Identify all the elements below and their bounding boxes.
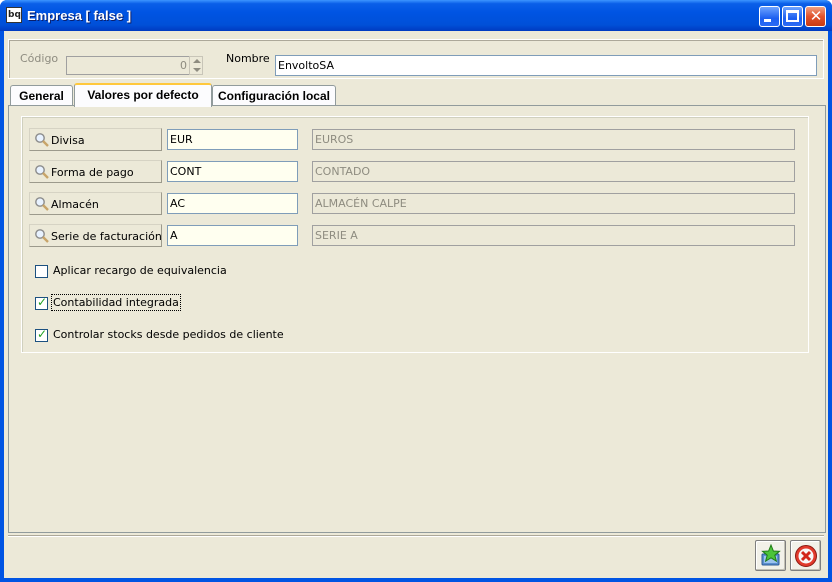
magnifier-icon xyxy=(35,197,49,211)
divisa-description: EUROS xyxy=(312,129,795,150)
tab-panel-valores: Divisa EUR EUROS Forma de pago CONT CONT… xyxy=(8,105,826,533)
recargo-equivalencia-checkbox[interactable] xyxy=(35,265,48,278)
controlar-stocks-checkbox[interactable] xyxy=(35,327,48,342)
accept-button[interactable] xyxy=(755,540,786,571)
minimize-button[interactable] xyxy=(759,6,780,27)
forma-pago-description: CONTADO xyxy=(312,161,795,182)
tab-valores-label: Valores por defecto xyxy=(87,88,199,102)
window-title: Empresa [ false ] xyxy=(27,8,132,23)
codigo-spinner xyxy=(189,56,203,75)
close-window-button[interactable]: ✕ xyxy=(805,6,826,27)
contabilidad-integrada-checkbox[interactable] xyxy=(35,295,48,310)
header-panel: Código 0 Nombre EnvoltoSA xyxy=(8,39,824,79)
codigo-field: 0 xyxy=(66,56,192,75)
almacen-description: ALMACÉN CALPE xyxy=(312,193,795,214)
maximize-icon xyxy=(786,10,799,22)
accept-star-icon xyxy=(761,544,781,566)
contabilidad-integrada-label[interactable]: Contabilidad integrada xyxy=(51,294,181,311)
recargo-equivalencia-label[interactable]: Aplicar recargo de equivalencia xyxy=(53,264,227,277)
magnifier-icon xyxy=(35,133,49,147)
nombre-label: Nombre xyxy=(226,52,270,65)
maximize-button[interactable] xyxy=(782,6,803,27)
serie-lookup-button[interactable]: Serie de facturación xyxy=(29,224,162,247)
spin-up-icon xyxy=(193,59,201,63)
spin-down-icon xyxy=(193,68,201,72)
forma-pago-code-input[interactable]: CONT xyxy=(167,161,298,182)
cancel-button[interactable] xyxy=(790,540,821,571)
almacen-code-input[interactable]: AC xyxy=(167,193,298,214)
close-icon: ✕ xyxy=(809,7,823,25)
title-bar[interactable]: bq Empresa [ false ] ✕ xyxy=(0,0,832,31)
tab-configuracion-label: Configuración local xyxy=(217,89,330,103)
bottom-divider xyxy=(8,535,824,537)
tab-general[interactable]: General xyxy=(10,85,73,106)
controlar-stocks-label[interactable]: Controlar stocks desde pedidos de client… xyxy=(53,328,284,341)
divisa-code-input[interactable]: EUR xyxy=(167,129,298,150)
serie-description: SERIE A xyxy=(312,225,795,246)
divisa-lookup-button[interactable]: Divisa xyxy=(29,128,162,151)
tab-valores-por-defecto[interactable]: Valores por defecto xyxy=(74,83,212,107)
codigo-label: Código xyxy=(20,52,59,65)
tab-general-label: General xyxy=(19,89,64,103)
nombre-field[interactable]: EnvoltoSA xyxy=(275,55,817,76)
defaults-group: Divisa EUR EUROS Forma de pago CONT CONT… xyxy=(21,116,809,353)
app-icon[interactable]: bq xyxy=(6,7,22,23)
tab-configuracion-local[interactable]: Configuración local xyxy=(212,85,336,106)
window-client-area: Código 0 Nombre EnvoltoSA General Valore… xyxy=(4,31,828,578)
forma-pago-label: Forma de pago xyxy=(51,166,134,179)
app-icon-text: bq xyxy=(8,10,21,20)
minimize-icon xyxy=(764,19,771,22)
magnifier-icon xyxy=(35,229,49,243)
serie-label: Serie de facturación xyxy=(51,230,162,243)
divisa-label: Divisa xyxy=(51,134,85,147)
serie-code-input[interactable]: A xyxy=(167,225,298,246)
almacen-lookup-button[interactable]: Almacén xyxy=(29,192,162,215)
magnifier-icon xyxy=(35,165,49,179)
forma-pago-lookup-button[interactable]: Forma de pago xyxy=(29,160,162,183)
cancel-icon xyxy=(795,545,817,567)
almacen-label: Almacén xyxy=(51,198,99,211)
application-window: bq Empresa [ false ] ✕ Código 0 Nombre E… xyxy=(0,0,832,582)
